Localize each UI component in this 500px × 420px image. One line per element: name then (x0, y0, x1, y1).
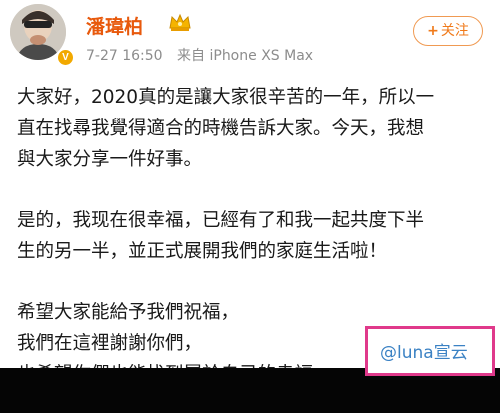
verified-badge-icon: V (56, 48, 75, 67)
text-line: 是的，我现在很幸福，已經有了和我一起共度下半 (17, 210, 425, 231)
post-source: 来自 iPhone XS Max (177, 48, 314, 64)
text-line: 直在找尋我覺得適合的時機告訴大家。今天，我想 (17, 118, 425, 139)
paragraph-2: 是的，我现在很幸福，已經有了和我一起共度下半 生的另一半，並正式展開我們的家庭生… (17, 205, 487, 267)
plus-icon: + (427, 23, 439, 39)
post-meta: 7-27 16:50 来自 iPhone XS Max (86, 45, 313, 65)
follow-button[interactable]: + 关注 (413, 16, 483, 46)
crown-icon (169, 13, 191, 31)
username[interactable]: 潘瑋柏 (86, 12, 143, 39)
paragraph-1: 大家好，2020真的是讓大家很辛苦的一年，所以一 直在找尋我覺得適合的時機告訴大… (17, 82, 487, 175)
text-line: 與大家分享一件好事。 (17, 149, 203, 170)
text-line: 希望大家能給予我們祝福， (17, 302, 240, 323)
follow-label: 关注 (440, 23, 469, 39)
text-line: 大家好，2020真的是讓大家很辛苦的一年，所以一 (17, 87, 435, 108)
text-line: 生的另一半，並正式展開我們的家庭生活啦！ (17, 241, 388, 262)
post-header: V 潘瑋柏 7-27 16:50 来自 iPhone XS Max + 关注 (0, 0, 500, 72)
watermark-text: @luna宣云 (380, 343, 468, 363)
post-time: 7-27 16:50 (86, 48, 163, 64)
